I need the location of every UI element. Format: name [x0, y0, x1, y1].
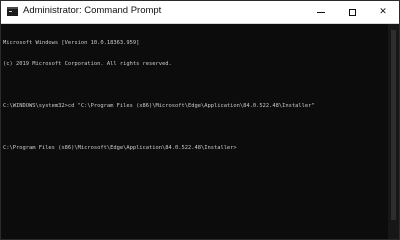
console-line-cd-command: C:\WINDOWS\system32>cd "C:\Program Files…	[3, 103, 315, 109]
console-output[interactable]: Microsoft Windows [Version 10.0.18363.95…	[3, 26, 383, 236]
maximize-button[interactable]	[337, 1, 367, 23]
command-prompt-window: Administrator: Command Prompt ✕ Microsof…	[0, 0, 400, 240]
console-line-copyright: (c) 2019 Microsoft Corporation. All righ…	[3, 61, 172, 67]
console-line-version: Microsoft Windows [Version 10.0.18363.95…	[3, 40, 140, 46]
close-icon: ✕	[379, 7, 387, 17]
close-button[interactable]: ✕	[368, 1, 398, 23]
minimize-button[interactable]	[306, 1, 336, 23]
window-title: Administrator: Command Prompt	[23, 5, 162, 16]
command-prompt-icon[interactable]	[7, 7, 18, 16]
scrollbar-thumb[interactable]	[391, 30, 396, 220]
minimize-icon	[317, 11, 325, 13]
maximize-icon	[348, 8, 356, 16]
console-line-prompt: C:\Program Files (x86)\Microsoft\Edge\Ap…	[3, 145, 237, 151]
title-bar[interactable]: Administrator: Command Prompt ✕	[1, 1, 399, 24]
vertical-scrollbar[interactable]	[388, 24, 399, 239]
